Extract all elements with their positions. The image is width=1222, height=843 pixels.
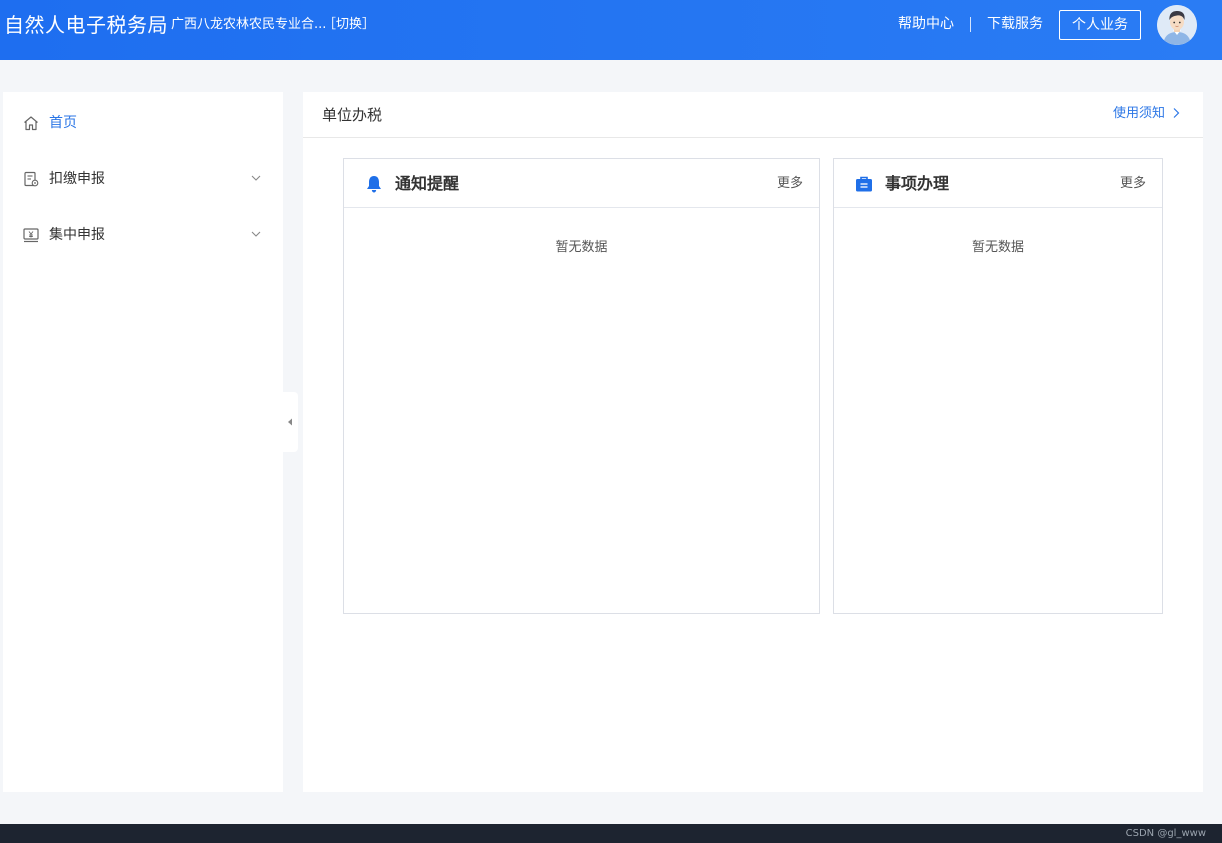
chevron-right-icon xyxy=(1173,108,1180,118)
notification-card: 通知提醒 更多 暂无数据 xyxy=(343,158,820,614)
empty-state-text: 暂无数据 xyxy=(971,240,1024,255)
download-service-link[interactable]: 下载服务 xyxy=(987,15,1043,33)
document-icon xyxy=(22,170,40,188)
sidebar-item-label: 集中申报 xyxy=(49,227,105,243)
bell-icon xyxy=(364,174,384,194)
switch-organization-link[interactable]: ［切换］ xyxy=(323,16,375,34)
caret-left-icon xyxy=(288,418,292,426)
page-title: 单位办税 xyxy=(322,106,383,124)
chevron-down-icon xyxy=(249,170,263,184)
sidebar-item-label: 扣缴申报 xyxy=(49,171,105,187)
help-center-link[interactable]: 帮助中心 xyxy=(898,15,954,33)
organization-name: 广西八龙农林农民专业合... xyxy=(171,17,327,32)
user-avatar-icon[interactable] xyxy=(1157,5,1197,45)
sidebar-collapse-handle[interactable] xyxy=(283,392,298,452)
chevron-down-icon xyxy=(249,226,263,240)
sidebar-item-home[interactable]: 首页 xyxy=(3,94,283,150)
sidebar-item-centralized-declaration[interactable]: 集中申报 xyxy=(3,206,283,262)
footer-bar: CSDN @gl_www xyxy=(0,824,1222,843)
briefcase-icon xyxy=(854,174,874,194)
main-panel-header: 单位办税 使用须知 xyxy=(303,92,1203,138)
usage-notice-label: 使用须知 xyxy=(1112,106,1165,121)
matters-card: 事项办理 更多 暂无数据 xyxy=(833,158,1163,614)
monitor-yuan-icon xyxy=(22,226,40,244)
home-icon xyxy=(22,114,40,132)
app-title: 自然人电子税务局 xyxy=(4,13,168,37)
card-header: 通知提醒 更多 xyxy=(344,159,819,208)
more-link[interactable]: 更多 xyxy=(777,175,803,193)
empty-state-text: 暂无数据 xyxy=(555,240,608,255)
watermark-text: CSDN @gl_www xyxy=(1125,828,1206,839)
card-title: 事项办理 xyxy=(885,174,950,193)
sidebar: 首页 扣缴申报 集中申报 xyxy=(3,92,283,792)
card-header: 事项办理 更多 xyxy=(834,159,1162,208)
more-link[interactable]: 更多 xyxy=(1120,175,1146,193)
main-panel: 单位办税 使用须知 通知提醒 更多 暂无数据 事项办理 更多 暂无数据 xyxy=(303,92,1203,792)
sidebar-item-withholding-declaration[interactable]: 扣缴申报 xyxy=(3,150,283,206)
sidebar-item-label: 首页 xyxy=(49,115,77,131)
personal-business-button[interactable]: 个人业务 xyxy=(1059,10,1141,40)
header-divider xyxy=(970,17,971,32)
top-header: 自然人电子税务局 广西八龙农林农民专业合... ［切换］ 帮助中心 下载服务 个… xyxy=(0,0,1222,60)
usage-notice-link[interactable]: 使用须知 xyxy=(1113,105,1181,123)
card-title: 通知提醒 xyxy=(395,174,460,193)
